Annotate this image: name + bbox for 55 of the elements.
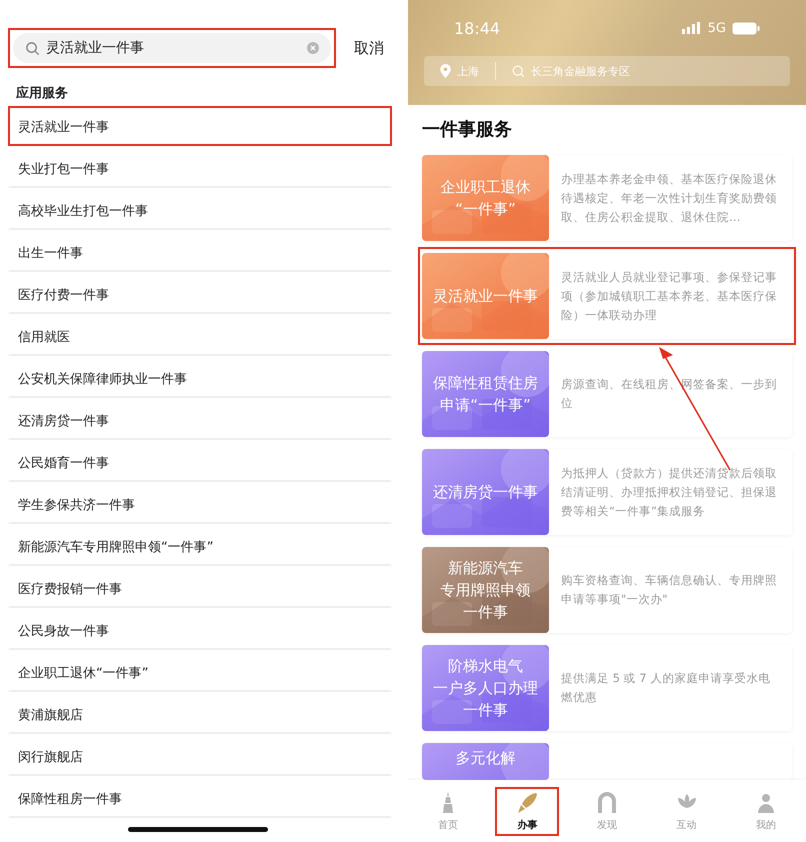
network-label: 5G bbox=[708, 20, 726, 36]
card-title: 保障性租赁住房 bbox=[433, 373, 538, 394]
tab[interactable]: 办事 bbox=[515, 790, 540, 832]
card-description: 提供满足 5 或 7 人的家庭申请享受水电燃优惠 bbox=[560, 670, 772, 706]
card-title: 企业职工退休 bbox=[440, 177, 530, 198]
signal-icon bbox=[682, 22, 702, 34]
search-field[interactable]: 灵活就业一件事 bbox=[13, 33, 331, 63]
card-description: 为抵押人（贷款方）提供还清贷款后领取结清证明、办理抵押权注销登记、担保退费等相关“一件事”集成服务 bbox=[560, 464, 778, 520]
card-description: 办理基本养老金申领、基本医疗保险退休待遇核定、年老一次性计划生育奖励费领取、住房公积金提取、退休住院… bbox=[560, 170, 778, 226]
service-card[interactable]: 保障性租赁住房 申请“一件事” 房源查询、在线租房、网签备案、一步到位 bbox=[422, 351, 792, 437]
result-item[interactable]: 公安机关保障律师执业一件事 bbox=[8, 358, 392, 398]
result-item[interactable]: 企业职工退休“一件事” bbox=[8, 652, 392, 692]
search-placeholder: 长三角金融服务专区 bbox=[531, 64, 630, 78]
search-icon bbox=[512, 64, 525, 78]
result-item[interactable]: 学生参保共济一件事 bbox=[8, 484, 392, 524]
search-icon bbox=[25, 40, 40, 56]
card-title: 专用牌照申领 bbox=[440, 580, 530, 601]
service-card[interactable]: 新能源汽车 专用牌照申领 一件事 购车资格查询、车辆信息确认、专用牌照申请等事项"一次办" bbox=[422, 547, 792, 633]
card-description: 购车资格查询、车辆信息确认、专用牌照申请等事项"一次办" bbox=[560, 572, 778, 608]
result-item[interactable]: 失业打包一件事 bbox=[8, 148, 392, 188]
result-item[interactable]: 保障性租房一件事 bbox=[8, 778, 392, 818]
result-item[interactable]: 出生一件事 bbox=[8, 232, 392, 272]
result-item[interactable]: 黄浦旗舰店 bbox=[8, 694, 392, 734]
result-item[interactable]: 公民婚育一件事 bbox=[8, 442, 392, 482]
card-description: 房源查询、在线租房、网签备案、一步到位 bbox=[560, 376, 778, 412]
card-title: 一件事 bbox=[463, 700, 508, 721]
page-title: 一件事服务 bbox=[421, 118, 513, 142]
result-item[interactable]: 公民身故一件事 bbox=[8, 610, 392, 650]
card-title: 一件事 bbox=[463, 602, 508, 623]
section-title: 应用服务 bbox=[16, 84, 69, 102]
result-item[interactable]: 医疗费报销一件事 bbox=[8, 568, 392, 608]
result-item[interactable]: 医疗付费一件事 bbox=[8, 274, 392, 314]
location-pin-icon bbox=[440, 64, 451, 78]
service-card[interactable]: 阶梯水电气 一户多人口办理 一件事 提供满足 5 或 7 人的家庭申请享受水电燃优惠 bbox=[422, 645, 792, 731]
card-title: “一件事” bbox=[455, 199, 516, 220]
status-time: 18:44 bbox=[454, 18, 500, 38]
result-item[interactable]: 灵活就业一件事 bbox=[8, 106, 392, 146]
clear-icon[interactable] bbox=[307, 42, 319, 54]
card-title: 阶梯水电气 bbox=[448, 656, 523, 677]
card-title: 还清房贷一件事 bbox=[433, 482, 538, 503]
card-title: 新能源汽车 bbox=[448, 558, 523, 579]
result-item[interactable]: 闵行旗舰店 bbox=[8, 736, 392, 776]
result-item[interactable]: 高校毕业生打包一件事 bbox=[8, 190, 392, 230]
card-title: 灵活就业一件事 bbox=[433, 286, 538, 307]
battery-icon bbox=[732, 22, 760, 34]
result-item[interactable]: 信用就医 bbox=[8, 316, 392, 356]
card-title: 申请“一件事” bbox=[440, 395, 531, 416]
cancel-button[interactable]: 取消 bbox=[354, 38, 384, 58]
pen-nib-icon bbox=[515, 790, 540, 814]
result-item[interactable]: 还清房贷一件事 bbox=[8, 400, 392, 440]
result-item[interactable]: 新能源汽车专用牌照申领“一件事” bbox=[8, 526, 392, 566]
location-label: 上海 bbox=[457, 64, 479, 78]
card-description: 灵活就业人员就业登记事项、参保登记事项（参加城镇职工基本养老、基本医疗保险）一体联动办理 bbox=[560, 268, 778, 324]
card-title: 一户多人口办理 bbox=[433, 678, 538, 699]
card-title: 多元化解 bbox=[456, 748, 516, 769]
